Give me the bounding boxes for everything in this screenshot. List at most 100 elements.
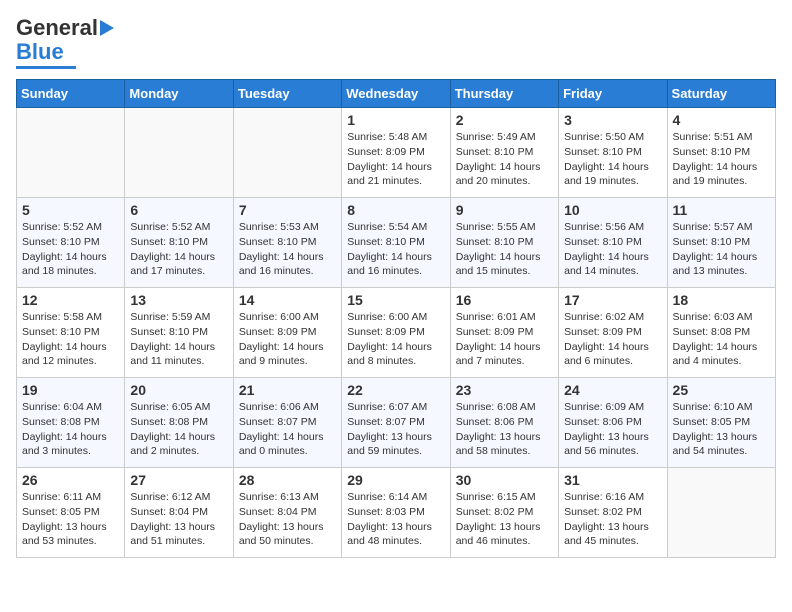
logo-text-blue: Blue — [16, 40, 64, 64]
day-info: Sunrise: 5:49 AM Sunset: 8:10 PM Dayligh… — [456, 130, 553, 189]
day-info: Sunrise: 6:01 AM Sunset: 8:09 PM Dayligh… — [456, 310, 553, 369]
calendar-cell — [17, 108, 125, 198]
day-number: 19 — [22, 382, 119, 398]
day-number: 9 — [456, 202, 553, 218]
calendar-cell: 23 Sunrise: 6:08 AM Sunset: 8:06 PM Dayli… — [450, 378, 558, 468]
day-info: Sunrise: 6:04 AM Sunset: 8:08 PM Dayligh… — [22, 400, 119, 459]
day-info: Sunrise: 6:00 AM Sunset: 8:09 PM Dayligh… — [347, 310, 444, 369]
day-number: 21 — [239, 382, 336, 398]
calendar-cell: 5 Sunrise: 5:52 AM Sunset: 8:10 PM Daylig… — [17, 198, 125, 288]
day-info: Sunrise: 6:06 AM Sunset: 8:07 PM Dayligh… — [239, 400, 336, 459]
day-number: 20 — [130, 382, 227, 398]
calendar-week-row: 12 Sunrise: 5:58 AM Sunset: 8:10 PM Dayli… — [17, 288, 776, 378]
day-number: 10 — [564, 202, 661, 218]
calendar-cell: 28Sunrise: 6:13 AM Sunset: 8:04 PM Dayli… — [233, 468, 341, 558]
day-info: Sunrise: 6:07 AM Sunset: 8:07 PM Dayligh… — [347, 400, 444, 459]
calendar-cell: 26 Sunrise: 6:11 AM Sunset: 8:05 PM Dayli… — [17, 468, 125, 558]
day-info: Sunrise: 6:15 AM Sunset: 8:02 PM Dayligh… — [456, 490, 553, 549]
day-info: Sunrise: 6:11 AM Sunset: 8:05 PM Dayligh… — [22, 490, 119, 549]
day-info: Sunrise: 6:10 AM Sunset: 8:05 PM Dayligh… — [673, 400, 770, 459]
day-number: 3 — [564, 112, 661, 128]
day-info: Sunrise: 5:48 AM Sunset: 8:09 PM Dayligh… — [347, 130, 444, 189]
day-info: Sunrise: 6:14 AM Sunset: 8:03 PM Dayligh… — [347, 490, 444, 549]
logo-text-general: General — [16, 16, 98, 40]
day-number: 2 — [456, 112, 553, 128]
calendar-table: SundayMondayTuesdayWednesdayThursdayFrid… — [16, 79, 776, 558]
calendar-cell: 29 Sunrise: 6:14 AM Sunset: 8:03 PM Dayli… — [342, 468, 450, 558]
day-info: Sunrise: 5:52 AM Sunset: 8:10 PM Dayligh… — [130, 220, 227, 279]
day-number: 24 — [564, 382, 661, 398]
day-number: 30 — [456, 472, 553, 488]
weekday-header-monday: Monday — [125, 80, 233, 108]
day-number: 14 — [239, 292, 336, 308]
day-info: Sunrise: 5:53 AM Sunset: 8:10 PM Dayligh… — [239, 220, 336, 279]
day-info: Sunrise: 6:08 AM Sunset: 8:06 PM Dayligh… — [456, 400, 553, 459]
weekday-header-tuesday: Tuesday — [233, 80, 341, 108]
calendar-cell: 24 Sunrise: 6:09 AM Sunset: 8:06 PM Dayli… — [559, 378, 667, 468]
day-number: 25 — [673, 382, 770, 398]
calendar-week-row: 5 Sunrise: 5:52 AM Sunset: 8:10 PM Daylig… — [17, 198, 776, 288]
day-info: Sunrise: 5:51 AM Sunset: 8:10 PM Dayligh… — [673, 130, 770, 189]
day-number: 11 — [673, 202, 770, 218]
day-number: 18 — [673, 292, 770, 308]
calendar-cell — [125, 108, 233, 198]
day-info: Sunrise: 6:12 AM Sunset: 8:04 PM Dayligh… — [130, 490, 227, 549]
day-number: 12 — [22, 292, 119, 308]
day-number: 15 — [347, 292, 444, 308]
day-info: Sunrise: 5:54 AM Sunset: 8:10 PM Dayligh… — [347, 220, 444, 279]
calendar-cell: 1 Sunrise: 5:48 AM Sunset: 8:09 PM Daylig… — [342, 108, 450, 198]
calendar-cell: 4Sunrise: 5:51 AM Sunset: 8:10 PM Daylig… — [667, 108, 775, 198]
calendar-cell: 18 Sunrise: 6:03 AM Sunset: 8:08 PM Dayli… — [667, 288, 775, 378]
day-info: Sunrise: 5:58 AM Sunset: 8:10 PM Dayligh… — [22, 310, 119, 369]
day-info: Sunrise: 6:05 AM Sunset: 8:08 PM Dayligh… — [130, 400, 227, 459]
day-info: Sunrise: 6:09 AM Sunset: 8:06 PM Dayligh… — [564, 400, 661, 459]
calendar-cell: 21 Sunrise: 6:06 AM Sunset: 8:07 PM Dayli… — [233, 378, 341, 468]
calendar-cell: 16 Sunrise: 6:01 AM Sunset: 8:09 PM Dayli… — [450, 288, 558, 378]
calendar-cell: 7 Sunrise: 5:53 AM Sunset: 8:10 PM Daylig… — [233, 198, 341, 288]
calendar-cell: 15 Sunrise: 6:00 AM Sunset: 8:09 PM Dayli… — [342, 288, 450, 378]
day-number: 13 — [130, 292, 227, 308]
logo-triangle-icon — [98, 18, 116, 38]
weekday-header-row: SundayMondayTuesdayWednesdayThursdayFrid… — [17, 80, 776, 108]
day-info: Sunrise: 6:03 AM Sunset: 8:08 PM Dayligh… — [673, 310, 770, 369]
calendar-cell: 13 Sunrise: 5:59 AM Sunset: 8:10 PM Dayli… — [125, 288, 233, 378]
calendar-cell: 3Sunrise: 5:50 AM Sunset: 8:10 PM Daylig… — [559, 108, 667, 198]
calendar-cell: 8 Sunrise: 5:54 AM Sunset: 8:10 PM Daylig… — [342, 198, 450, 288]
calendar-cell: 9Sunrise: 5:55 AM Sunset: 8:10 PM Daylig… — [450, 198, 558, 288]
day-number: 1 — [347, 112, 444, 128]
weekday-header-friday: Friday — [559, 80, 667, 108]
calendar-cell — [667, 468, 775, 558]
calendar-cell: 19 Sunrise: 6:04 AM Sunset: 8:08 PM Dayli… — [17, 378, 125, 468]
day-number: 23 — [456, 382, 553, 398]
logo: General Blue — [16, 16, 116, 69]
calendar-cell: 11Sunrise: 5:57 AM Sunset: 8:10 PM Dayli… — [667, 198, 775, 288]
weekday-header-saturday: Saturday — [667, 80, 775, 108]
day-info: Sunrise: 5:56 AM Sunset: 8:10 PM Dayligh… — [564, 220, 661, 279]
calendar-cell: 30 Sunrise: 6:15 AM Sunset: 8:02 PM Dayli… — [450, 468, 558, 558]
calendar-week-row: 19 Sunrise: 6:04 AM Sunset: 8:08 PM Dayli… — [17, 378, 776, 468]
calendar-cell: 12 Sunrise: 5:58 AM Sunset: 8:10 PM Dayli… — [17, 288, 125, 378]
day-info: Sunrise: 5:59 AM Sunset: 8:10 PM Dayligh… — [130, 310, 227, 369]
day-number: 22 — [347, 382, 444, 398]
calendar-cell: 22 Sunrise: 6:07 AM Sunset: 8:07 PM Dayli… — [342, 378, 450, 468]
day-info: Sunrise: 5:52 AM Sunset: 8:10 PM Dayligh… — [22, 220, 119, 279]
calendar-cell: 2 Sunrise: 5:49 AM Sunset: 8:10 PM Daylig… — [450, 108, 558, 198]
day-number: 16 — [456, 292, 553, 308]
day-number: 27 — [130, 472, 227, 488]
day-info: Sunrise: 6:13 AM Sunset: 8:04 PM Dayligh… — [239, 490, 336, 549]
day-number: 5 — [22, 202, 119, 218]
day-info: Sunrise: 6:00 AM Sunset: 8:09 PM Dayligh… — [239, 310, 336, 369]
weekday-header-sunday: Sunday — [17, 80, 125, 108]
day-number: 26 — [22, 472, 119, 488]
weekday-header-thursday: Thursday — [450, 80, 558, 108]
calendar-cell: 14 Sunrise: 6:00 AM Sunset: 8:09 PM Dayli… — [233, 288, 341, 378]
calendar-week-row: 26 Sunrise: 6:11 AM Sunset: 8:05 PM Dayli… — [17, 468, 776, 558]
weekday-header-wednesday: Wednesday — [342, 80, 450, 108]
day-number: 7 — [239, 202, 336, 218]
calendar-cell: 17Sunrise: 6:02 AM Sunset: 8:09 PM Dayli… — [559, 288, 667, 378]
day-number: 17 — [564, 292, 661, 308]
header: General Blue — [16, 16, 776, 69]
day-number: 29 — [347, 472, 444, 488]
calendar-cell: 25 Sunrise: 6:10 AM Sunset: 8:05 PM Dayli… — [667, 378, 775, 468]
day-number: 8 — [347, 202, 444, 218]
